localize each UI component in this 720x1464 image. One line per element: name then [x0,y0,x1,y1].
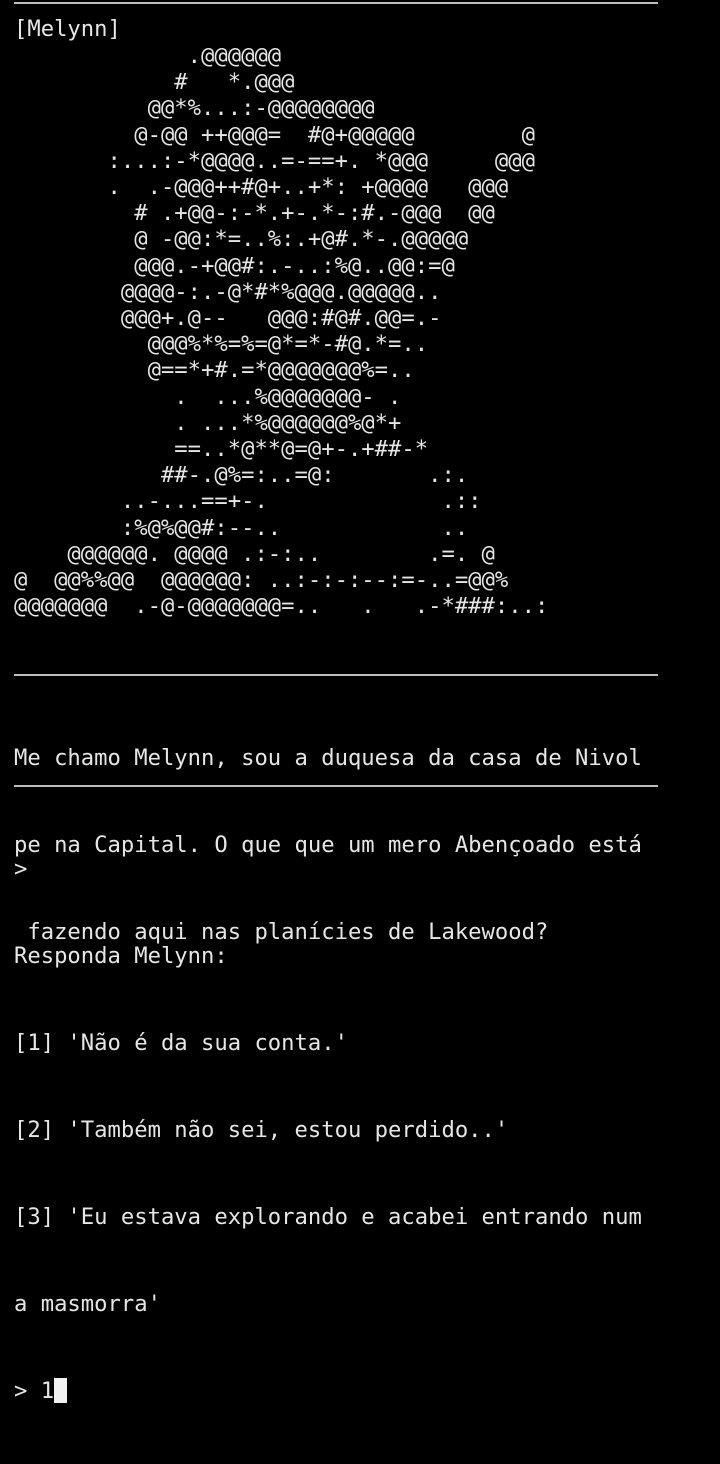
dialogue-line: Me chamo Melynn, sou a duquesa da casa d… [14,745,642,771]
ascii-line: @@@+.@-- @@@:#@#.@@=.- [14,305,442,332]
ascii-line: @ @@%%@@ @@@@@@: ..:-:-:--:=-..=@@% [14,567,509,594]
ascii-line: . ...%@@@@@@@- . [14,383,402,410]
option-3-continued: a masmorra' [14,1291,161,1317]
ascii-line: # .+@@-:-*.+-.*-:#.-@@@ @@ [14,200,495,227]
input-prompt: > [14,1378,41,1404]
ascii-line: .@@@@@@ [14,43,282,69]
prompt-echo: > [14,856,28,882]
ascii-line: ##-.@%=:..=@: .:. [14,462,469,489]
command-input[interactable]: > 1 [14,1377,642,1406]
divider-middle [14,674,658,676]
ascii-line: :%@%@@#:--.. .. [14,514,469,541]
divider-top [14,2,658,4]
ascii-line: @@@@-:.-@*#*%@@@.@@@@@.. [14,278,442,305]
response-area: > Responda Melynn: [1] 'Não é da sua con… [14,797,642,1464]
response-header: Responda Melynn: [14,943,228,969]
ascii-line: @@@@@@@ .-@-@@@@@@@=.. . .-*###:..: [14,593,549,620]
ascii-line: @==*+#.=*@@@@@@@%=.. [14,357,415,384]
ascii-line: . .-@@@++#@+..+*: +@@@@ @@@ [14,174,509,201]
input-value[interactable]: 1 [41,1378,54,1404]
ascii-line: @@@@@@. @@@@ .:-:.. .=. @ [14,540,495,567]
option-1: [1] 'Não é da sua conta.' [14,1030,348,1056]
ascii-line: ==..*@**@=@+-.+##-* [14,436,429,463]
ascii-line: :...:-*@@@@..=-==+. *@@@ @@@ [14,147,535,174]
ascii-line: @@@.-+@@#:.-..:%@..@@:=@ [14,252,455,279]
option-2: [2] 'Também não sei, estou perdido..' [14,1117,509,1143]
ascii-line: @-@@ ++@@@= #@+@@@@@ @ [14,121,535,148]
text-cursor [54,1378,68,1403]
ascii-portrait: .@@@@@@ # *.@@@ @@*%...:-@@@@@@@@ @-@@ +… [14,43,548,619]
ascii-line: . ...*%@@@@@@%@*+ [14,409,402,436]
ascii-line: # *.@@@ [14,69,295,96]
divider-bottom [14,785,658,787]
ascii-line: @@@%*%=%=@*=*-#@.*=.. [14,331,429,358]
speaker-name: [Melynn] [14,16,121,42]
ascii-line: @@*%...:-@@@@@@@@ [14,95,375,122]
ascii-line: ..-...==+-. .:: [14,488,482,515]
terminal-window: [Melynn] .@@@@@@ # *.@@@ @@*%...:-@@@@@@… [0,0,720,1404]
option-3: [3] 'Eu estava explorando e acabei entra… [14,1204,642,1230]
ascii-line: @ -@@:*=..%:.+@#.*-.@@@@@ [14,226,469,253]
